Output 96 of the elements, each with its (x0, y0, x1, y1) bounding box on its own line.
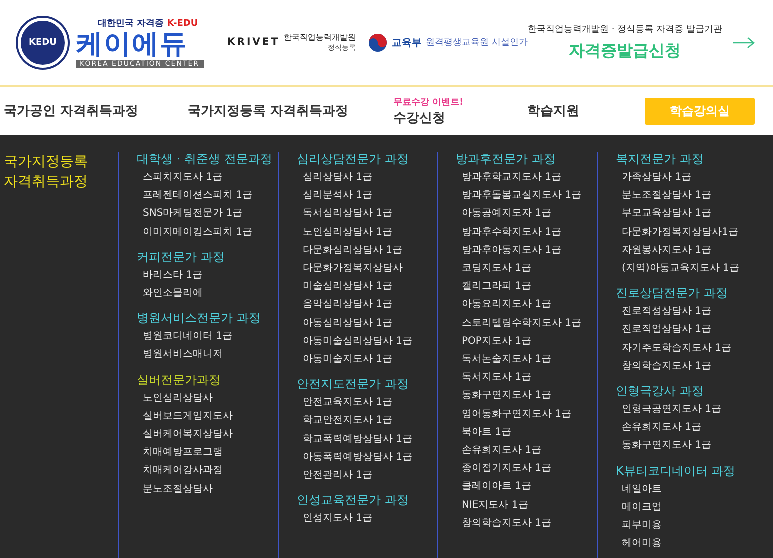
category-heading[interactable]: 인형극강사 과정 (616, 381, 704, 402)
course-link[interactable]: 심리분석사 1급 (303, 187, 373, 206)
course-link[interactable]: 학교안전지도사 1급 (303, 412, 393, 431)
category-heading[interactable]: 방과후전문가 과정 (456, 149, 556, 169)
partner-note: 원격평생교육원 시설인가 (426, 37, 528, 49)
course-link[interactable]: 노인심리상담사 1급 (303, 224, 393, 242)
course-link[interactable]: 실버케어복지상담사 (143, 426, 233, 444)
category-heading[interactable]: 인성교육전문가 과정 (297, 490, 409, 510)
course-link[interactable]: 캘리그라피 1급 (462, 278, 532, 296)
course-link[interactable]: 독서논술지도사 1급 (462, 351, 552, 370)
course-link[interactable]: 진로적성상담사 1급 (622, 303, 712, 322)
course-link[interactable]: 안전관리사 1급 (303, 467, 373, 486)
course-link[interactable]: 부모교육상담사 1급 (622, 205, 712, 224)
course-link[interactable]: 코딩지도사 1급 (462, 260, 532, 278)
course-link[interactable]: 동화구연지도사 1급 (462, 387, 552, 406)
course-link[interactable]: 방과후학교지도사 1급 (462, 169, 562, 188)
course-link[interactable]: 심리상담사 1급 (303, 169, 373, 188)
course-link[interactable]: 아동심리상담사 1급 (303, 314, 393, 333)
course-link[interactable]: 네일아트 (622, 480, 662, 499)
course-link[interactable]: 독서지도사 1급 (462, 369, 532, 388)
category-heading[interactable]: 커피전문가 과정 (137, 246, 225, 267)
course-link[interactable]: 아동공예지도자 1급 (462, 205, 552, 224)
course-link[interactable]: 분노조절상담사 1급 (622, 187, 712, 206)
course-link[interactable]: 창의학습지도사 1급 (462, 514, 552, 534)
course-link[interactable]: 프레젠테이션스피치 1급 (143, 187, 253, 206)
course-link[interactable]: 진로직업상담사 1급 (622, 321, 712, 340)
course-link[interactable]: SNS마케팅전문가 1급 (143, 205, 243, 224)
course-link[interactable]: 북아트 1급 (462, 424, 512, 442)
arrow-right-icon[interactable] (732, 36, 756, 48)
course-link[interactable]: 스피치지도사 1급 (143, 169, 223, 188)
course-link[interactable]: 종이접기지도사 1급 (462, 460, 552, 478)
course-link[interactable]: 손유희지도사 1급 (622, 419, 702, 438)
course-link[interactable]: 아동미술심리상담사 1급 (303, 332, 413, 352)
course-link[interactable]: 치매예방프로그램 (143, 444, 223, 462)
course-link[interactable]: (지역)아동교육지도사 1급 (622, 260, 740, 278)
category-heading[interactable]: K뷰티코디네이터 과정 (616, 460, 736, 481)
course-link[interactable]: 이미지메이킹스피치 1급 (143, 224, 253, 242)
course-link[interactable]: 인성지도사 1급 (303, 510, 373, 528)
category-heading[interactable]: 안전지도전문가 과정 (297, 374, 409, 394)
course-link[interactable]: 메이크업 (622, 498, 662, 518)
category-heading[interactable]: 복지전문가 과정 (616, 149, 704, 169)
course-link[interactable]: 노인심리상담사 (143, 390, 213, 408)
course-link[interactable]: 방과후수학지도사 1급 (462, 224, 562, 242)
course-link[interactable]: 병원코디네이터 1급 (143, 328, 233, 346)
logo-emblem: KEDU (18, 18, 68, 68)
issuer-caption: 한국직업능력개발원 · 정식등록 자격증 발급기관 (528, 24, 722, 36)
category-heading[interactable]: 진로상담전문가 과정 (616, 283, 728, 304)
course-link[interactable]: 분노조절상담사 (143, 480, 213, 499)
course-link[interactable]: 헤어미용 (622, 535, 662, 554)
course-link[interactable]: 동화구연지도사 1급 (622, 437, 712, 456)
category-heading[interactable]: 대학생 · 취준생 전문과정 (137, 149, 272, 169)
course-link[interactable]: 다문화가정복지상담사1급 (622, 224, 738, 242)
logo-wordmark[interactable]: 케이에듀 (76, 30, 188, 60)
course-link[interactable]: 음악심리상담사 1급 (303, 296, 393, 315)
course-link[interactable]: 안전교육지도사 1급 (303, 394, 393, 412)
nav-link[interactable]: 국가공인 자격취득과정 (4, 102, 188, 120)
course-link[interactable]: 아동폭력예방상담사 1급 (303, 448, 413, 468)
category-heading[interactable]: 실버전문가과정 (137, 370, 221, 390)
course-link[interactable]: 클레이아트 1급 (462, 478, 532, 497)
course-link[interactable]: 와인소믈리에 (143, 285, 203, 304)
course-link[interactable]: 학교폭력예방상담사 1급 (303, 430, 413, 449)
course-link[interactable]: 스토리텔링수학지도사 1급 (462, 314, 582, 333)
course-link[interactable]: 아동미술지도사 1급 (303, 351, 393, 370)
course-link[interactable]: 독서심리상담사 1급 (303, 205, 393, 224)
course-link[interactable]: 손유희지도사 1급 (462, 442, 542, 460)
course-link[interactable]: 영어동화구연지도사 1급 (462, 406, 572, 424)
category-heading[interactable]: 병원서비스전문가 과정 (137, 308, 261, 328)
course-link[interactable]: 다문화심리상담사 1급 (303, 242, 403, 260)
course-link[interactable]: 미술심리상담사 1급 (303, 278, 393, 296)
course-link[interactable]: 자기주도학습지도사 1급 (622, 340, 732, 358)
course-link[interactable]: 인형극공연지도사 1급 (622, 401, 722, 420)
logo-tagline: 대한민국 자격증 K-EDU (98, 18, 198, 30)
nav-link[interactable]: 국가지정등록 자격취득과정 (188, 102, 394, 120)
course-link[interactable]: 치매케어강사과정 (143, 462, 223, 481)
menu-title: 국가지정등록 자격취득과정 (3, 153, 89, 192)
course-link[interactable]: POP지도사 1급 (462, 332, 532, 352)
course-link[interactable]: 방과후돌봄교실지도사 1급 (462, 187, 582, 206)
course-link[interactable]: 병원서비스매니저 (143, 346, 223, 365)
category-heading[interactable]: 심리상담전문가 과정 (297, 149, 409, 169)
partner-name: 한국직업능력개발원 (284, 32, 356, 43)
event-label: 무료수강 이벤트! (393, 96, 464, 108)
taegeuk-emblem-icon (368, 32, 388, 52)
partner-name: 교육부 (392, 36, 422, 50)
course-link[interactable]: NIE지도사 1급 (462, 496, 528, 515)
course-link[interactable]: 아동요리지도사 1급 (462, 296, 552, 315)
course-link[interactable]: 창의학습지도사 1급 (622, 358, 712, 376)
course-link[interactable]: 방과후아동지도사 1급 (462, 242, 562, 260)
course-link[interactable]: 가족상담사 1급 (622, 169, 692, 188)
course-link[interactable]: 다문화가정복지상담사 (303, 260, 403, 278)
course-link[interactable]: 실버보드게임지도사 (143, 408, 233, 426)
krivet-logo-text: KRIVET (228, 37, 280, 48)
course-link[interactable]: 피부미용 (622, 517, 662, 536)
course-link[interactable]: 자원봉사지도사 1급 (622, 242, 712, 260)
nav-link[interactable]: 수강신청 (393, 108, 446, 126)
course-link[interactable]: 바리스타 1급 (143, 266, 203, 286)
nav-link[interactable]: 학습지원 (527, 102, 646, 120)
